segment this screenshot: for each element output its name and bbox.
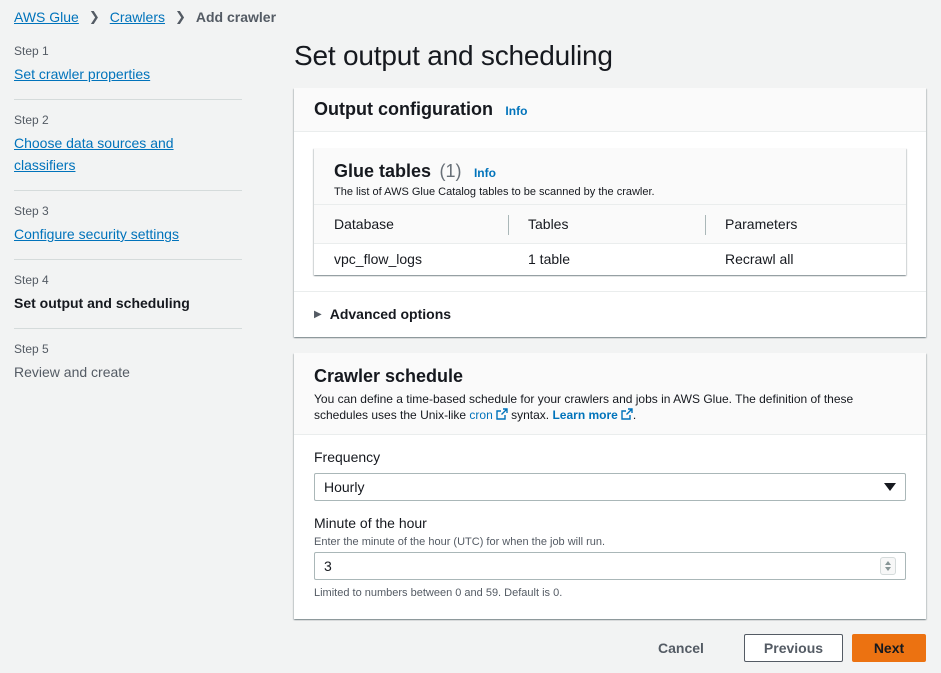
number-stepper[interactable] bbox=[880, 557, 896, 575]
stepper-down-icon bbox=[885, 567, 891, 571]
frequency-label: Frequency bbox=[314, 449, 381, 465]
breadcrumb: AWS Glue ❯ Crawlers ❯ Add crawler bbox=[14, 6, 276, 28]
step-1: Step 1 Set crawler properties bbox=[14, 44, 242, 100]
next-button[interactable]: Next bbox=[852, 634, 926, 662]
frequency-selected-value: Hourly bbox=[324, 479, 365, 495]
glue-tables-header: Glue tables (1) Info The list of AWS Glu… bbox=[314, 148, 906, 205]
step-5: Step 5 Review and create bbox=[14, 342, 242, 397]
crawler-schedule-panel: Crawler schedule You can define a time-b… bbox=[294, 353, 926, 619]
glue-tables-count: (1) bbox=[439, 161, 462, 181]
minute-constraint: Limited to numbers between 0 and 59. Def… bbox=[314, 587, 563, 599]
step-link-data-sources[interactable]: Choose data sources and classifiers bbox=[14, 132, 184, 176]
step-current-output-scheduling: Set output and scheduling bbox=[14, 295, 190, 311]
step-2: Step 2 Choose data sources and classifie… bbox=[14, 113, 242, 191]
schedule-description-syntax: syntax. bbox=[511, 408, 550, 422]
table-row: vpc_flow_logs 1 table Recrawl all bbox=[314, 243, 906, 274]
breadcrumb-crawlers[interactable]: Crawlers bbox=[110, 9, 165, 25]
step-review-create: Review and create bbox=[14, 364, 130, 380]
caret-down-icon bbox=[884, 483, 896, 491]
step-number: Step 4 bbox=[14, 273, 49, 287]
info-link[interactable]: Info bbox=[474, 166, 496, 180]
glue-tables-container: Glue tables (1) Info The list of AWS Glu… bbox=[314, 148, 906, 275]
minute-description: Enter the minute of the hour (UTC) for w… bbox=[314, 536, 606, 548]
step-number: Step 1 bbox=[14, 44, 49, 58]
chevron-right-icon: ❯ bbox=[174, 9, 186, 24]
step-number: Step 3 bbox=[14, 204, 49, 218]
column-header-database: Database bbox=[314, 205, 508, 244]
column-header-parameters: Parameters bbox=[705, 205, 906, 244]
step-link-crawler-properties[interactable]: Set crawler properties bbox=[14, 63, 242, 85]
external-link-icon bbox=[621, 408, 633, 420]
step-4: Step 4 Set output and scheduling bbox=[14, 273, 242, 329]
schedule-description: You can define a time-based schedule for… bbox=[314, 392, 854, 422]
glue-tables-title: Glue tables bbox=[334, 161, 432, 181]
advanced-options-toggle[interactable]: ▶ Advanced options bbox=[314, 306, 451, 322]
step-number: Step 2 bbox=[14, 113, 49, 127]
table-cell-tables: 1 table bbox=[528, 250, 571, 267]
panel-header: Crawler schedule You can define a time-b… bbox=[294, 353, 926, 435]
schedule-form: Frequency Hourly Minute of the hour Ente… bbox=[294, 435, 926, 599]
learn-more-link[interactable]: Learn more bbox=[552, 408, 617, 422]
frequency-select[interactable]: Hourly bbox=[314, 473, 906, 501]
panel-header: Output configuration Info bbox=[294, 88, 926, 132]
chevron-right-icon: ❯ bbox=[88, 9, 100, 24]
cancel-button[interactable]: Cancel bbox=[646, 634, 716, 662]
wizard-actions: Cancel Previous Next bbox=[646, 634, 926, 662]
table-cell-parameters: Recrawl all bbox=[725, 250, 794, 267]
info-link[interactable]: Info bbox=[505, 104, 527, 118]
glue-tables-table: Database Tables Parameters vpc_flow_logs… bbox=[314, 205, 906, 274]
table-header-row: Database Tables Parameters bbox=[314, 205, 906, 244]
output-configuration-panel: Output configuration Info Glue tables (1… bbox=[294, 88, 926, 337]
step-3: Step 3 Configure security settings bbox=[14, 204, 242, 260]
step-link-security-settings[interactable]: Configure security settings bbox=[14, 223, 242, 245]
breadcrumb-aws-glue[interactable]: AWS Glue bbox=[14, 9, 79, 25]
panel-title: Output configuration bbox=[314, 99, 493, 119]
page-title: Set output and scheduling bbox=[294, 40, 613, 71]
wizard-steps: Step 1 Set crawler properties Step 2 Cho… bbox=[14, 44, 242, 410]
external-link-icon bbox=[496, 408, 508, 420]
minute-label: Minute of the hour bbox=[314, 515, 427, 531]
table-cell-database: vpc_flow_logs bbox=[334, 250, 422, 267]
glue-tables-description: The list of AWS Glue Catalog tables to b… bbox=[334, 186, 655, 198]
minute-input-value: 3 bbox=[324, 558, 332, 574]
panel-title: Crawler schedule bbox=[314, 366, 464, 386]
stepper-up-icon bbox=[885, 561, 891, 565]
column-header-tables: Tables bbox=[508, 205, 705, 244]
breadcrumb-current: Add crawler bbox=[195, 9, 277, 25]
advanced-options-label: Advanced options bbox=[329, 306, 452, 322]
cron-link[interactable]: cron bbox=[469, 408, 492, 422]
minute-input[interactable]: 3 bbox=[314, 552, 906, 580]
divider bbox=[294, 291, 926, 292]
step-number: Step 5 bbox=[14, 342, 49, 356]
caret-right-icon: ▶ bbox=[314, 308, 322, 320]
previous-button[interactable]: Previous bbox=[744, 634, 843, 662]
